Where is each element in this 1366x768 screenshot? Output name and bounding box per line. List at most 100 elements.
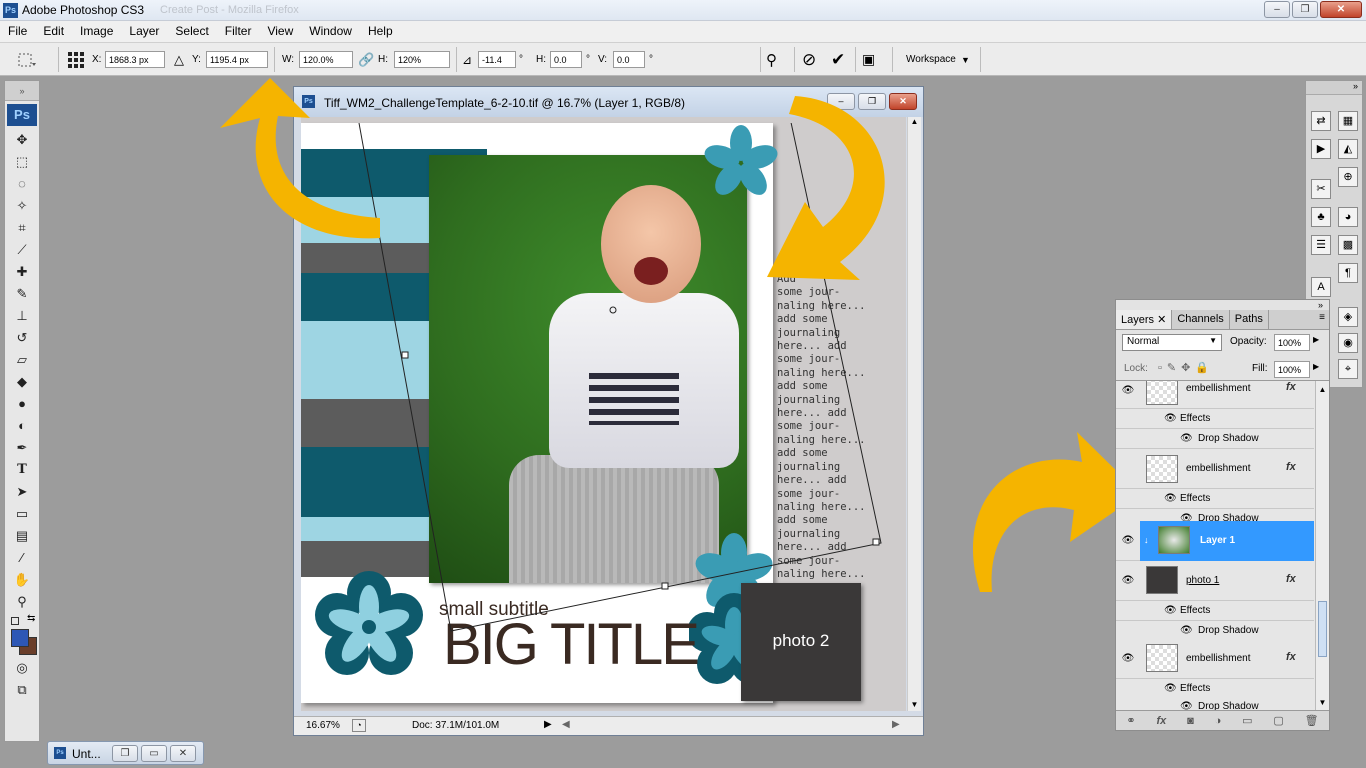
layers-panel-collapse-icon[interactable]: » <box>1318 300 1323 310</box>
menu-window[interactable]: Window <box>301 21 360 43</box>
horizontal-skew-field[interactable] <box>550 51 582 68</box>
quick-mask-icon[interactable]: ◎ <box>5 657 39 679</box>
paragraph-icon[interactable]: ¶ <box>1338 263 1358 283</box>
blend-mode-select[interactable]: Normal ▼ <box>1122 334 1222 351</box>
histogram-icon[interactable]: ▦ <box>1338 111 1358 131</box>
status-menu-icon[interactable]: ◔ <box>352 719 366 732</box>
eraser-tool-icon[interactable]: ▱ <box>5 349 39 371</box>
status-arrow-icon[interactable]: ▶ <box>544 719 552 730</box>
drop-shadow-row[interactable]: 👁 Drop Shadow <box>1116 621 1314 641</box>
visibility-eye-icon[interactable]: 👁 <box>1120 653 1136 667</box>
effects-eye-icon[interactable]: 👁 <box>1164 683 1177 694</box>
workspace-dropdown-icon[interactable]: ▼ <box>961 43 970 76</box>
pen-tool-icon[interactable]: ✒ <box>5 437 39 459</box>
menu-filter[interactable]: Filter <box>217 21 260 43</box>
menu-select[interactable]: Select <box>167 21 216 43</box>
effects-eye-icon[interactable]: 👁 <box>1164 413 1177 424</box>
drop-shadow-row[interactable]: 👁 Drop Shadow <box>1116 697 1314 710</box>
tab-close-icon[interactable]: ✕ <box>1157 314 1166 326</box>
layer-row[interactable]: 👁 embellishment fx <box>1116 381 1314 409</box>
paint-bucket-tool-icon[interactable]: ◆ <box>5 371 39 393</box>
rotation-angle-field[interactable] <box>478 51 516 68</box>
visibility-eye-icon[interactable]: 👁 <box>1120 575 1136 589</box>
tool-presets-icon[interactable]: ✂ <box>1311 179 1331 199</box>
slice-tool-icon[interactable]: ⟋ <box>5 239 39 261</box>
lock-pixels-icon[interactable]: ✎ <box>1167 362 1181 374</box>
info-icon[interactable]: ◭ <box>1338 139 1358 159</box>
marquee-tool-icon[interactable]: ⬚ <box>5 151 39 173</box>
lasso-tool-icon[interactable]: ◌ <box>5 173 39 195</box>
restore-button[interactable]: ❐ <box>1292 1 1318 18</box>
layers-scroll-down-icon[interactable]: ▼ <box>1316 698 1329 707</box>
layer-row-selected[interactable]: 👁 ↓ Layer 1 <box>1116 521 1314 561</box>
fx-icon[interactable]: fx <box>1286 461 1296 473</box>
tab-channels[interactable]: Channels <box>1172 310 1230 329</box>
screen-mode-icon[interactable]: ⧉ <box>5 679 39 701</box>
add-layer-style-icon[interactable]: fx <box>1156 715 1166 727</box>
warp-mode-icon[interactable]: ⚲ <box>766 43 777 76</box>
menu-file[interactable]: File <box>0 21 35 43</box>
scroll-down-icon[interactable]: ▼ <box>908 700 921 709</box>
shape-tool-icon[interactable]: ▭ <box>5 503 39 525</box>
fx-icon[interactable]: fx <box>1286 381 1296 393</box>
navigator-icon[interactable]: ⇄ <box>1311 111 1331 131</box>
healing-brush-tool-icon[interactable]: ✚ <box>5 261 39 283</box>
minimized-maximize-button[interactable]: ▭ <box>141 745 167 762</box>
tab-paths[interactable]: Paths <box>1230 310 1269 329</box>
visibility-eye-icon[interactable]: 👁 <box>1120 385 1136 399</box>
fill-slider-icon[interactable]: ▶ <box>1313 362 1319 371</box>
layer-comps-icon[interactable]: ☰ <box>1311 235 1331 255</box>
brushes-icon[interactable]: ⊕ <box>1338 167 1358 187</box>
bridge-icon[interactable]: ▣ <box>862 43 875 76</box>
cancel-transform-icon[interactable]: ⊘ <box>802 43 816 76</box>
lock-transparency-icon[interactable]: ▫ <box>1158 362 1167 374</box>
dock-collapse-icon[interactable]: » <box>1306 81 1362 95</box>
opacity-slider-icon[interactable]: ▶ <box>1313 335 1319 344</box>
close-button[interactable]: ✕ <box>1320 1 1362 18</box>
fx-icon[interactable]: fx <box>1286 651 1296 663</box>
dodge-tool-icon[interactable]: ◐ <box>5 415 39 437</box>
lock-position-icon[interactable]: ✥ <box>1181 362 1195 374</box>
new-group-icon[interactable]: ▭ <box>1242 714 1252 727</box>
panel-collapse-icon[interactable]: » <box>5 81 39 101</box>
path-selection-tool-icon[interactable]: ➤ <box>5 481 39 503</box>
link-layers-icon[interactable]: ⚭ <box>1126 714 1135 727</box>
menu-layer[interactable]: Layer <box>121 21 167 43</box>
minimized-restore-button[interactable]: ❐ <box>112 745 138 762</box>
foreground-color-swatch[interactable] <box>11 629 29 647</box>
magic-wand-tool-icon[interactable]: ✧ <box>5 195 39 217</box>
crop-tool-icon[interactable]: ⌗ <box>5 217 39 239</box>
blend-mode-dropdown-icon[interactable]: ▼ <box>1209 336 1217 345</box>
effects-row[interactable]: 👁 Effects <box>1116 489 1314 509</box>
hand-tool-icon[interactable]: ✋ <box>5 569 39 591</box>
minimized-close-button[interactable]: ✕ <box>170 745 196 762</box>
menu-view[interactable]: View <box>259 21 301 43</box>
fx-icon[interactable]: fx <box>1286 573 1296 585</box>
minimized-document-tab[interactable]: Ps Unt... ❐ ▭ ✕ <box>47 741 204 765</box>
move-tool-preset-icon[interactable] <box>16 43 38 76</box>
scroll-left-icon[interactable]: ◀ <box>562 719 570 730</box>
layer-row[interactable]: embellishment fx <box>1116 449 1314 489</box>
panel-menu-icon[interactable]: ≡ <box>1315 310 1329 329</box>
reference-point-icon[interactable] <box>66 43 86 76</box>
character-icon[interactable]: A <box>1311 277 1331 297</box>
swatches-icon[interactable]: ▩ <box>1338 235 1358 255</box>
blur-tool-icon[interactable]: ● <box>5 393 39 415</box>
vertical-skew-field[interactable] <box>613 51 645 68</box>
actions-icon[interactable]: ▶ <box>1311 139 1331 159</box>
width-scale-field[interactable] <box>299 51 353 68</box>
relative-position-icon[interactable]: △ <box>174 43 184 76</box>
paths-dock-icon[interactable]: ⌖ <box>1338 359 1358 379</box>
scroll-right-icon[interactable]: ▶ <box>892 719 900 730</box>
brush-tool-icon[interactable]: ✎ <box>5 283 39 305</box>
drop-shadow-eye-icon[interactable]: 👁 <box>1180 433 1193 444</box>
menu-help[interactable]: Help <box>360 21 401 43</box>
drop-shadow-row[interactable]: 👁 Drop Shadow <box>1116 429 1314 449</box>
type-tool-icon[interactable]: T <box>5 459 39 481</box>
zoom-level[interactable]: 16.67% <box>306 720 340 731</box>
layer-row[interactable]: 👁 embellishment fx <box>1116 639 1314 679</box>
effects-row[interactable]: 👁 Effects <box>1116 679 1314 699</box>
layers-dock-icon[interactable]: ◈ <box>1338 307 1358 327</box>
menu-edit[interactable]: Edit <box>35 21 72 43</box>
effects-row[interactable]: 👁 Effects <box>1116 601 1314 621</box>
